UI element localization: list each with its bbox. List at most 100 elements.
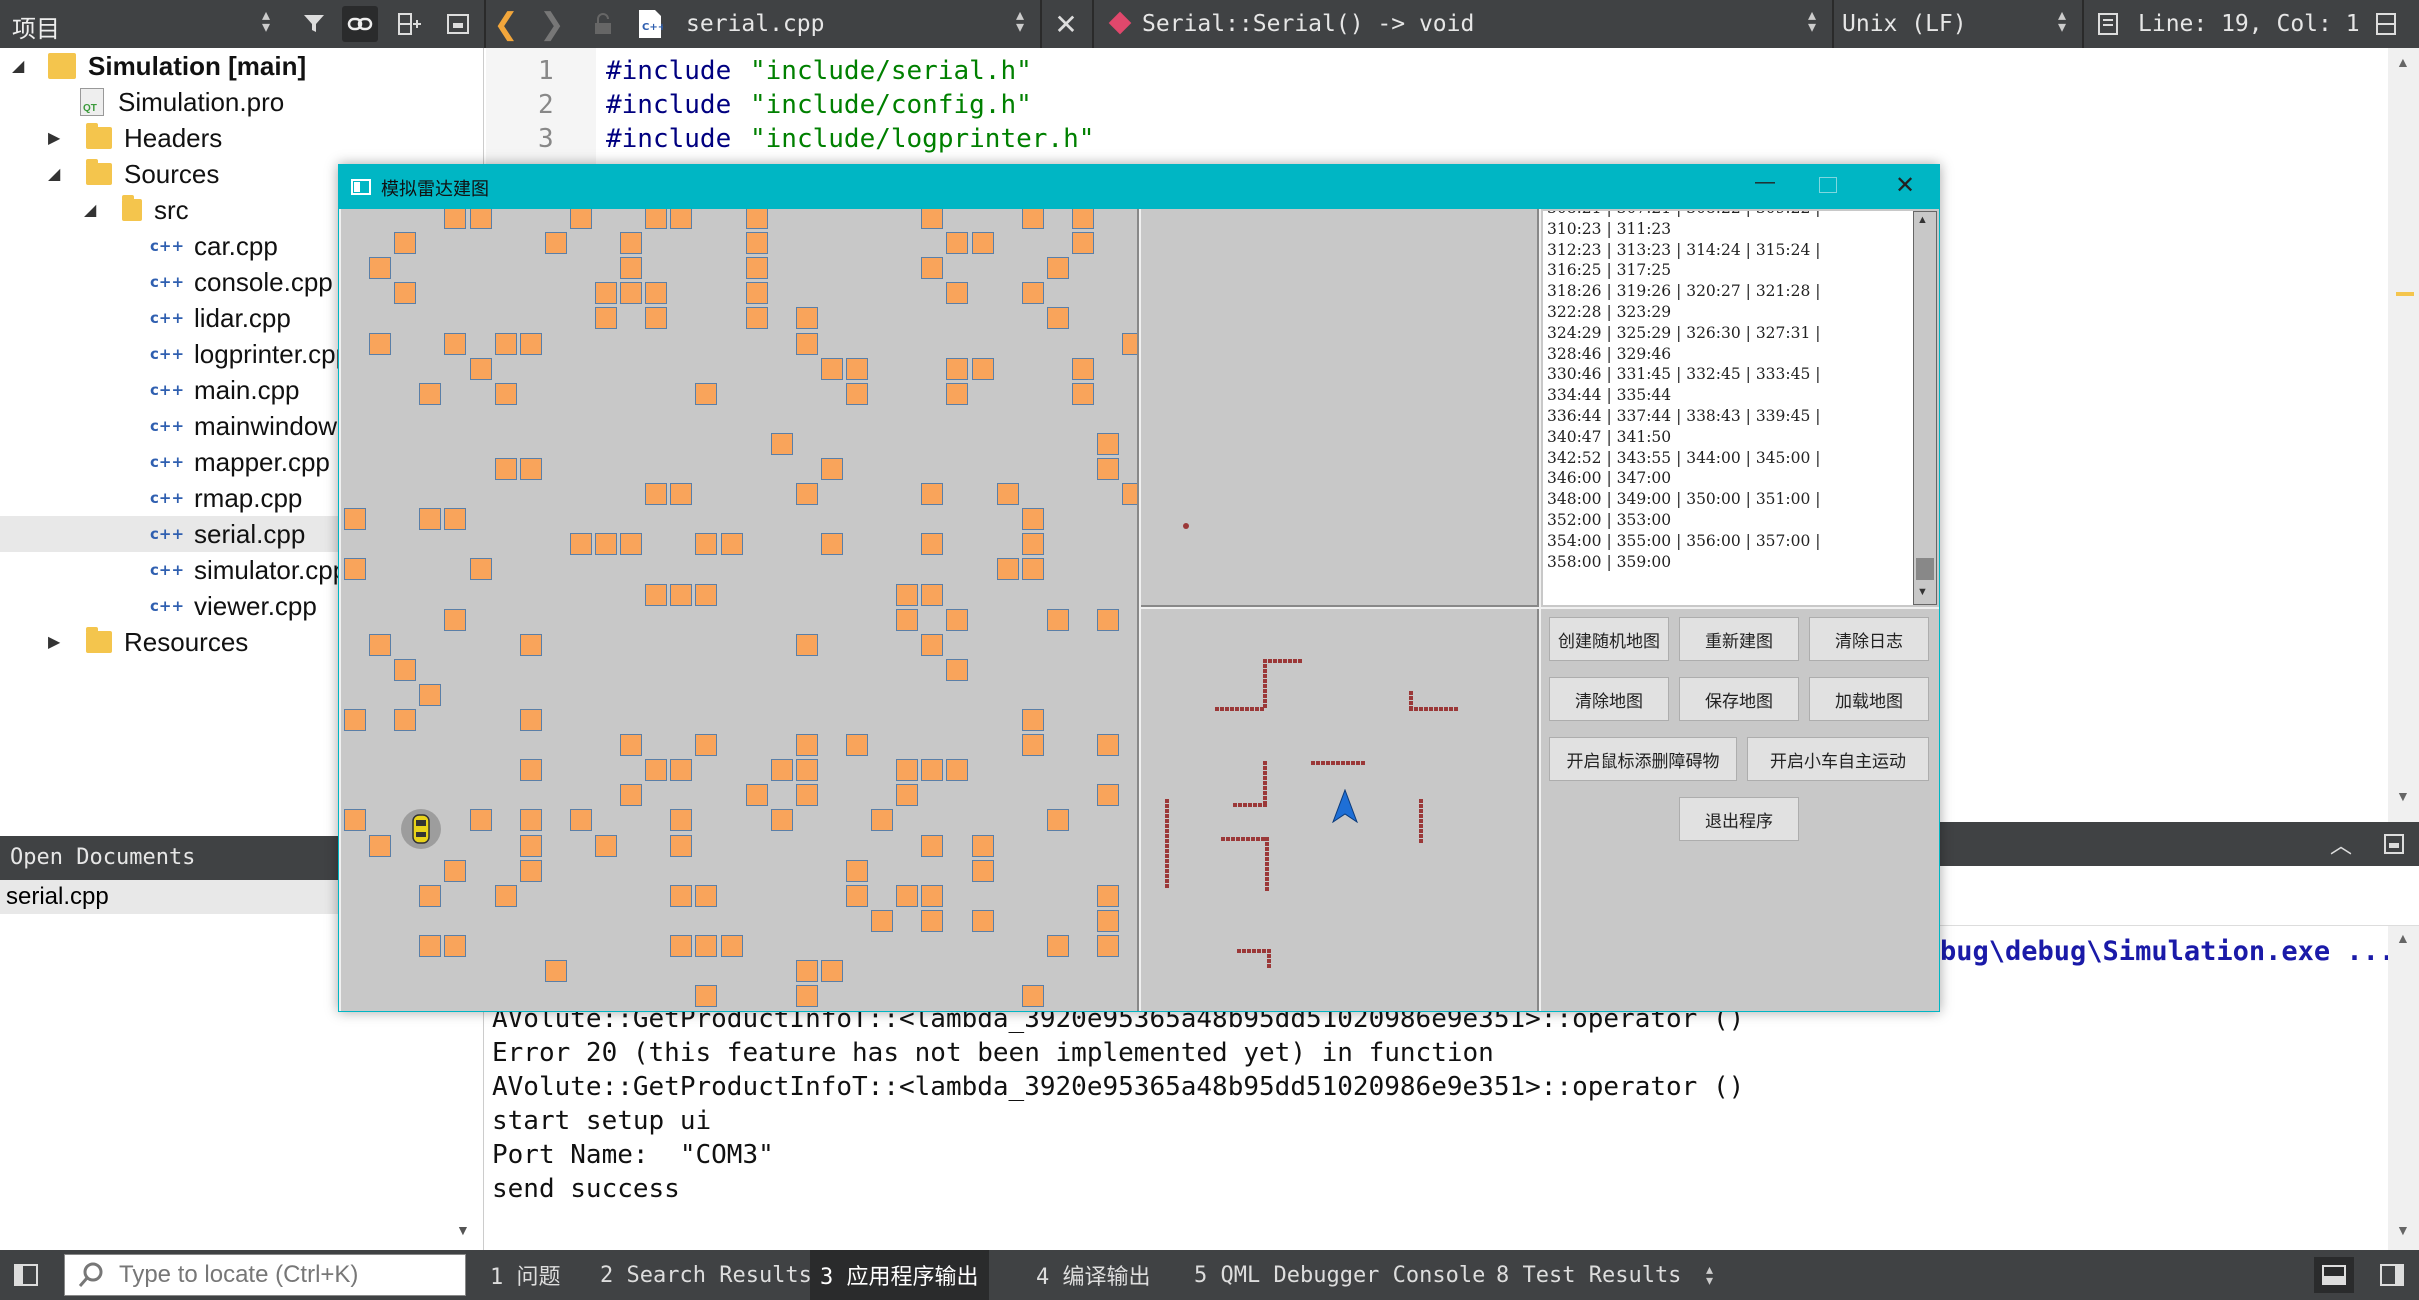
scroll-up-arrow[interactable]: ▲ [1917, 214, 1928, 226]
more-tabs-arrows[interactable]: ▴ ▾ [1706, 1262, 1713, 1287]
grid-map-canvas[interactable] [341, 209, 1139, 1011]
window-titlebar[interactable]: 模拟雷达建图 — ✕ [339, 165, 1939, 209]
tab-qml-debugger[interactable]: 5 QML Debugger Console [1194, 1250, 1485, 1300]
scroll-down-arrow[interactable]: ▼ [1917, 586, 1928, 598]
tree-item-rmap-cpp[interactable]: c++ rmap.cpp [150, 480, 302, 516]
line-ending-arrows[interactable]: ▴ ▾ [2058, 8, 2066, 36]
create-random-map-button[interactable]: 创建随机地图 [1549, 617, 1669, 661]
output-toggle-icon[interactable] [2314, 1257, 2354, 1293]
editor-file-name[interactable]: serial.cpp [686, 11, 824, 37]
load-map-button[interactable]: 加载地图 [1809, 677, 1929, 721]
clear-map-button[interactable]: 清除地图 [1549, 677, 1669, 721]
save-map-button[interactable]: 保存地图 [1679, 677, 1799, 721]
scan-wall-point [1263, 659, 1267, 663]
file-selector-arrows[interactable]: ▴ ▾ [1016, 8, 1024, 36]
right-sidebar-icon[interactable] [2374, 1257, 2410, 1293]
lock-icon[interactable] [585, 6, 621, 42]
scan-wall-point [1263, 674, 1267, 678]
line-ending-selector[interactable]: Unix (LF) [1842, 11, 1967, 37]
obstacle-cell [896, 583, 919, 606]
tree-item-simulation-pro[interactable]: QT Simulation.pro [80, 84, 284, 120]
minimize-icon[interactable]: — [1755, 171, 1775, 194]
car-icon[interactable] [401, 809, 441, 849]
tree-item-resources[interactable]: ▶ Resources [48, 624, 248, 660]
tree-item-main-cpp[interactable]: c++ main.cpp [150, 372, 300, 408]
expand-arrow-icon[interactable]: ◢ [84, 200, 104, 220]
scan-wall-point [1409, 701, 1413, 705]
tree-item-logprinter-cpp[interactable]: c++ logprinter.cpp [150, 336, 350, 372]
scan-wall-point [1240, 707, 1244, 711]
scan-wall-point [1361, 761, 1365, 765]
tab-search-results[interactable]: 2 Search Results [600, 1250, 812, 1300]
obstacle-cell [820, 533, 843, 556]
tab-application-output[interactable]: 3 应用程序输出 [810, 1250, 989, 1300]
obstacle-cell [419, 934, 442, 957]
tree-item-src[interactable]: ◢ src [84, 192, 189, 228]
project-view-selector-arrows[interactable]: ▴ ▾ [262, 8, 270, 36]
obstacle-cell [419, 508, 442, 531]
expand-arrow-icon[interactable]: ◢ [12, 56, 32, 76]
close-icon[interactable]: ✕ [1048, 6, 1084, 42]
tree-item-lidar-cpp[interactable]: c++ lidar.cpp [150, 300, 291, 336]
close-sidebar-icon[interactable] [440, 6, 476, 42]
scan-wall-point [1409, 696, 1413, 700]
scan-wall-point [1262, 949, 1266, 953]
clear-log-button[interactable]: 清除日志 [1809, 617, 1929, 661]
src-folder-icon [122, 195, 142, 221]
obstacle-cell [795, 759, 818, 782]
obstacle-cell [1021, 508, 1044, 531]
scroll-down-arrow[interactable]: ▼ [2396, 1222, 2410, 1238]
tree-item-sources[interactable]: ◢ Sources [48, 156, 219, 192]
scan-wall-point [1165, 874, 1169, 878]
expand-arrow-icon[interactable]: ◢ [48, 164, 68, 184]
exit-program-button[interactable]: 退出程序 [1679, 797, 1799, 841]
split-add-icon[interactable] [392, 6, 428, 42]
tree-root[interactable]: ◢ Simulation [main] [0, 48, 484, 84]
obstacle-cell [921, 633, 944, 656]
scan-wall-point [1265, 862, 1269, 866]
tree-item-headers[interactable]: ▶ Headers [48, 120, 222, 156]
tree-item-simulator-cpp[interactable]: c++ simulator.cpp [150, 552, 347, 588]
output-vertical-scrollbar[interactable]: ▲ ▼ [2388, 926, 2419, 1250]
tab-compile-output[interactable]: 4 编译输出 [1036, 1250, 1151, 1300]
scroll-thumb[interactable] [1916, 558, 1934, 580]
forward-arrow-icon[interactable]: ❯ [534, 6, 570, 42]
scroll-down-arrow[interactable]: ▼ [2396, 788, 2410, 804]
editor-vertical-scrollbar[interactable]: ▲ ▼ [2388, 48, 2419, 838]
maximize-icon[interactable] [1819, 177, 1837, 193]
cursor-position[interactable]: Line: 19, Col: 1 [2138, 11, 2360, 37]
tab-issues[interactable]: 1 问题 [490, 1250, 561, 1300]
collapse-up-icon[interactable]: ︿ [2330, 828, 2352, 860]
float-pane-icon[interactable] [2376, 826, 2412, 862]
obstacle-cell [595, 307, 617, 330]
document-icon[interactable] [2090, 6, 2126, 42]
tree-item-console-cpp[interactable]: c++ console.cpp [150, 264, 333, 300]
filter-icon[interactable] [296, 6, 332, 42]
tab-test-results[interactable]: 8 Test Results [1496, 1250, 1681, 1300]
log-scrollbar[interactable]: ▲ ▼ [1913, 211, 1937, 605]
scan-wall-point [1283, 659, 1287, 663]
close-window-icon[interactable]: ✕ [1895, 171, 1915, 200]
function-selector-arrows[interactable]: ▴ ▾ [1808, 8, 1816, 36]
tree-item-car-cpp[interactable]: c++ car.cpp [150, 228, 278, 264]
tree-item-viewer-cpp[interactable]: c++ viewer.cpp [150, 588, 317, 624]
toggle-sidebar-icon[interactable] [8, 1257, 44, 1293]
scroll-up-arrow[interactable]: ▲ [2396, 930, 2410, 946]
scroll-marker [2396, 292, 2414, 296]
angle-log-box[interactable]: 308:21 | 307:21 | 308:22 | 309:22 |310:2… [1541, 209, 1939, 607]
toggle-auto-move-button[interactable]: 开启小车自主运动 [1747, 737, 1929, 781]
split-editor-icon[interactable] [2368, 6, 2404, 42]
back-arrow-icon[interactable]: ❮ [488, 6, 524, 42]
obstacle-cell [1021, 209, 1044, 229]
locator-box[interactable]: Type to locate (Ctrl+K) [64, 1254, 466, 1296]
scrollbar-down-arrow[interactable]: ▼ [456, 1222, 470, 1238]
collapsed-arrow-icon[interactable]: ▶ [48, 632, 68, 652]
collapsed-arrow-icon[interactable]: ▶ [48, 128, 68, 148]
obstacle-cell [946, 357, 969, 380]
function-signature[interactable]: Serial::Serial() -> void [1142, 11, 1474, 37]
rebuild-map-button[interactable]: 重新建图 [1679, 617, 1799, 661]
scroll-up-arrow[interactable]: ▲ [2396, 54, 2410, 70]
link-icon[interactable] [342, 6, 378, 42]
tree-item-mapper-cpp[interactable]: c++ mapper.cpp [150, 444, 330, 480]
toggle-mouse-obstacles-button[interactable]: 开启鼠标添删障碍物 [1549, 737, 1737, 781]
